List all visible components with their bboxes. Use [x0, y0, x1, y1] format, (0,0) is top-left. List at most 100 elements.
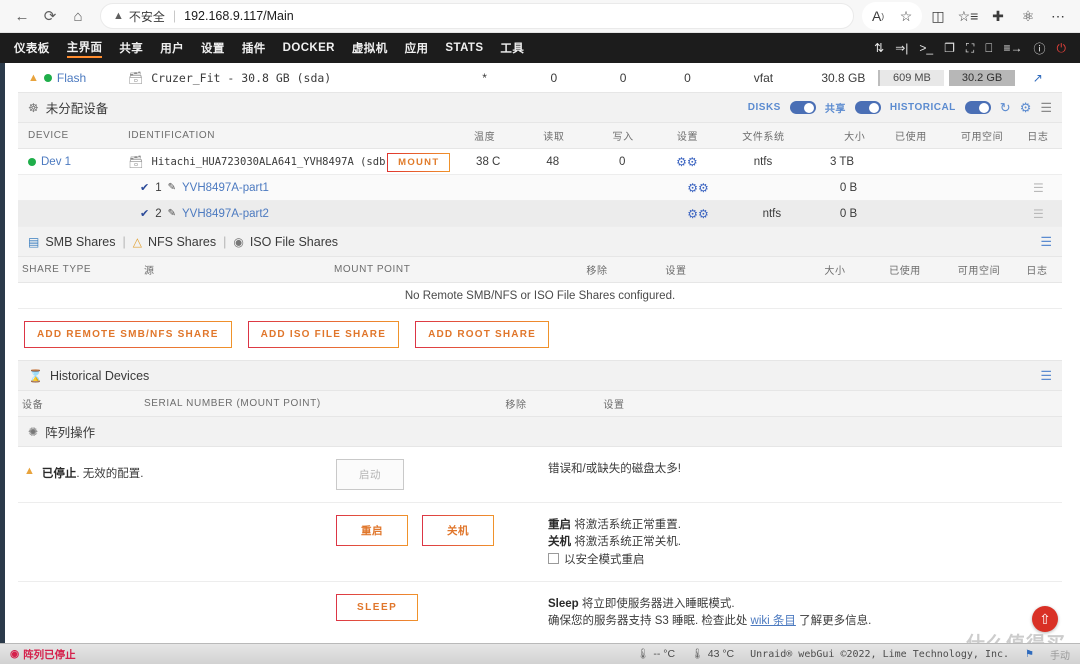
partition-link[interactable]: YVH8497A-part2 — [182, 208, 269, 220]
flash-log-cell[interactable]: ↗ — [1018, 71, 1058, 85]
col-mount-point: MOUNT POINT — [334, 264, 411, 275]
nav-item-stats[interactable]: STATS — [445, 42, 483, 55]
external-link-icon[interactable]: ↗ — [1033, 71, 1043, 85]
terminal-icon[interactable]: >_ — [919, 41, 933, 55]
nav-item-plugins[interactable]: 插件 — [242, 40, 266, 57]
collections-icon[interactable]: ☆≡ — [954, 2, 982, 30]
log-file-icon[interactable]: ☰ — [1033, 207, 1044, 221]
toggle-historical[interactable] — [964, 101, 991, 114]
split-screen-icon[interactable]: ◫ — [924, 2, 952, 30]
thermometer-icon: 🌡 — [691, 648, 704, 660]
unassigned-column-headers: DEVICE IDENTIFICATION 温度 读取 写入 设置 文件系统 大… — [18, 123, 1062, 149]
display-icon[interactable]: ⎕ — [985, 41, 992, 56]
tab-iso-shares[interactable]: ◉ ISO File Shares — [233, 235, 338, 249]
tab-smb-shares[interactable]: ▤ SMB Shares — [28, 235, 116, 249]
list-menu-icon[interactable]: ☰ — [1040, 100, 1052, 116]
add-root-share-button[interactable]: ADD ROOT SHARE — [415, 321, 550, 348]
nav-item-tools[interactable]: 工具 — [500, 40, 524, 57]
mount-button[interactable]: MOUNT — [387, 152, 451, 172]
partition-log-cell[interactable]: ☰ — [1019, 207, 1058, 221]
flash-writes: 0 — [619, 70, 627, 85]
login-icon[interactable]: ⇒| — [895, 41, 908, 55]
wiki-link[interactable]: wiki 条目 — [751, 615, 796, 627]
partition-settings-cell[interactable]: ⚙⚙ — [669, 207, 727, 221]
address-bar[interactable]: ▲ 不安全 | 192.168.9.117/Main — [100, 3, 854, 29]
partition-settings-cell[interactable]: ⚙⚙ — [669, 181, 727, 195]
reboot-button[interactable]: 重启 — [336, 515, 408, 546]
safe-mode-checkbox[interactable] — [548, 552, 559, 564]
sleep-button[interactable]: SLEEP — [336, 593, 419, 621]
reboot-notes: 重启 将激活系统正常重置. 关机 将激活系统正常关机. 以安全模式重启 — [548, 515, 1056, 569]
home-icon[interactable]: ⌂ — [64, 2, 92, 30]
reload-icon[interactable]: ⟳ — [36, 2, 64, 30]
pencil-icon[interactable]: ✎ — [168, 208, 176, 219]
flash-device-link[interactable]: Flash — [57, 71, 86, 85]
col-free: 可用空间 — [957, 266, 1001, 277]
flash-identification-cell: 🗃 Cruzer_Fit - 30.8 GB (sda) — [128, 71, 450, 85]
content-area: ▲ Flash 🗃 Cruzer_Fit - 30.8 GB (sda) * 0… — [0, 63, 1080, 643]
pencil-icon[interactable]: ✎ — [168, 182, 176, 193]
nav-item-dashboard[interactable]: 仪表板 — [14, 40, 50, 57]
log-file-icon[interactable]: ☰ — [1033, 181, 1044, 195]
table-row[interactable]: ✔ 2 ✎ YVH8497A-part2 ⚙⚙ ntfs 0 B ☰ — [18, 201, 1062, 227]
flash-device-row[interactable]: ▲ Flash 🗃 Cruzer_Fit - 30.8 GB (sda) * 0… — [18, 63, 1062, 93]
list-menu-icon[interactable]: ☰ — [1040, 234, 1052, 250]
table-row[interactable]: ✔ 1 ✎ YVH8497A-part1 ⚙⚙ 0 B ☰ — [18, 175, 1062, 201]
col-size: 大小 — [824, 266, 846, 277]
settings-gear-icon[interactable]: ⚙ — [1020, 100, 1032, 116]
update-icon[interactable]: ⇅ — [874, 41, 884, 55]
help-icon[interactable]: ⓘ — [1033, 40, 1045, 57]
gears-icon[interactable]: ⚙⚙ — [687, 207, 709, 221]
copyright-text: Unraid® webGui ©2022, Lime Technology, I… — [750, 648, 1010, 660]
array-ops-title-group: ✺ 阵列操作 — [28, 422, 1052, 441]
device-settings-cell[interactable]: ⚙⚙ — [657, 155, 717, 169]
toggle-disks[interactable] — [789, 101, 816, 114]
nav-item-shares[interactable]: 共享 — [119, 40, 143, 57]
device-writes: 0 — [619, 155, 626, 168]
read-aloud-icon[interactable]: A) — [864, 2, 892, 30]
chat-icon[interactable]: ⛶ — [966, 41, 974, 56]
nav-right-icons: ⇅ ⇒| >_ ❐ ⛶ ⎕ ≡→ ⓘ ⏻ — [874, 40, 1066, 57]
more-options-icon[interactable]: ⋯ — [1044, 2, 1072, 30]
nav-item-settings[interactable]: 设置 — [201, 40, 225, 57]
tab-nfs-shares[interactable]: △ NFS Shares — [133, 235, 216, 249]
toggle-shares[interactable] — [854, 101, 881, 114]
start-button[interactable]: 启动 — [336, 459, 404, 490]
favorite-star-icon[interactable]: ☆ — [892, 2, 920, 30]
safe-mode-row[interactable]: 以安全模式重启 — [548, 552, 1056, 569]
nav-item-users[interactable]: 用户 — [160, 40, 184, 57]
check-icon: ✔ — [140, 208, 150, 220]
col-temperature: 温度 — [474, 132, 496, 143]
browser-essentials-icon[interactable]: ✚ — [984, 2, 1012, 30]
add-remote-smb-nfs-share-button[interactable]: ADD REMOTE SMB/NFS SHARE — [24, 321, 232, 348]
shutdown-note-rest: 将激活系统正常关机. — [571, 536, 681, 549]
extensions-icon[interactable]: ⚛ — [1014, 2, 1042, 30]
refresh-icon[interactable]: ↻ — [1000, 100, 1011, 116]
shares-tools: ☰ — [1040, 234, 1052, 250]
power-icon[interactable]: ⏻ — [1057, 41, 1067, 56]
tab-smb-label: SMB Shares — [45, 234, 116, 249]
gears-icon[interactable]: ⚙⚙ — [676, 155, 698, 169]
language-label[interactable]: 手动 — [1050, 647, 1070, 662]
gears-icon[interactable]: ⚙⚙ — [687, 181, 709, 195]
language-flag-icon[interactable]: ⚑ — [1025, 649, 1034, 660]
partition-log-cell[interactable]: ☰ — [1019, 181, 1058, 195]
nav-item-apps[interactable]: 应用 — [405, 40, 429, 57]
nav-item-docker[interactable]: DOCKER — [283, 42, 335, 55]
col-filesystem: 文件系统 — [742, 132, 785, 143]
sleep-note-2a: 确保您的服务器支持 S3 睡眠. 检查此处 — [548, 615, 751, 627]
add-iso-file-share-button[interactable]: ADD ISO FILE SHARE — [247, 321, 400, 348]
nav-item-vms[interactable]: 虚拟机 — [352, 40, 388, 57]
back-arrow-icon[interactable]: ← — [8, 2, 36, 30]
nav-item-main[interactable]: 主界面 — [66, 39, 103, 58]
copy-icon[interactable]: ❐ — [944, 41, 955, 55]
list-menu-icon[interactable]: ☰ — [1040, 368, 1052, 384]
unassigned-devices-icon: ☸ — [28, 100, 39, 115]
table-row[interactable]: Dev 1 🗃 Hitachi_HUA723030ALA641_YVH8497A… — [18, 149, 1062, 175]
shutdown-button[interactable]: 关机 — [422, 515, 494, 546]
flash-free-cell: 30.2 GB — [947, 69, 1018, 86]
log-icon[interactable]: ≡→ — [1003, 41, 1022, 55]
mount-button-cell[interactable]: MOUNT — [379, 152, 458, 172]
partition-link[interactable]: YVH8497A-part1 — [182, 182, 269, 194]
device-link[interactable]: Dev 1 — [41, 156, 71, 168]
